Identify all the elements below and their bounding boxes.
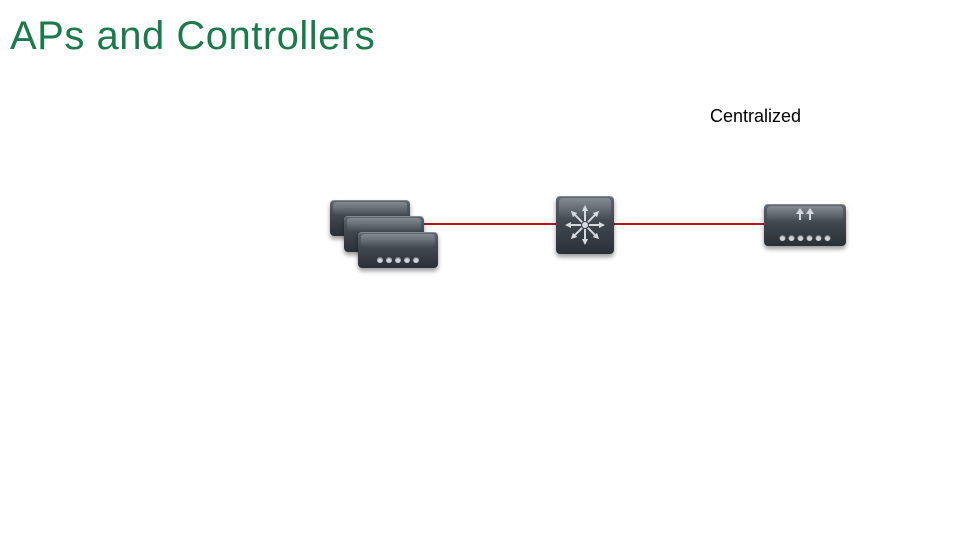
switch-ports-icon [377, 257, 419, 263]
core-ports-icon [780, 235, 831, 241]
uplink-arrows-icon [790, 207, 820, 221]
wlan-controller [556, 196, 614, 254]
page-title: APs and Controllers [10, 14, 375, 59]
access-switch-3 [358, 232, 438, 268]
mode-label-centralized: Centralized [710, 106, 801, 127]
radial-arrows-icon [562, 202, 608, 248]
core-switch [764, 204, 846, 246]
